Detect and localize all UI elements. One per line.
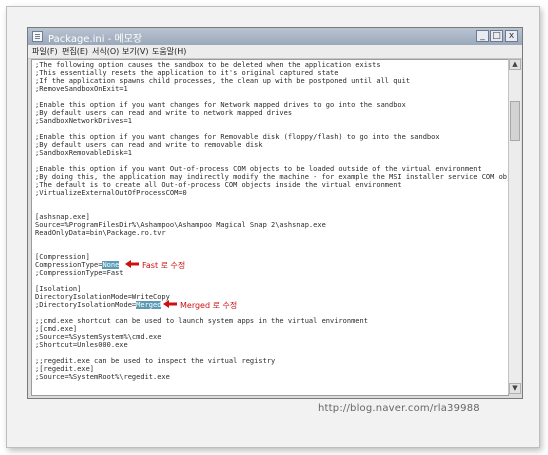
text-line: [Compression]: [35, 253, 90, 261]
menu-edit[interactable]: 편집(E): [62, 46, 88, 57]
text-line: ReadOnlyData=bin\Package.ro.tvr: [35, 229, 166, 237]
minimize-button[interactable]: _: [476, 30, 489, 42]
compression-value-highlight: None: [102, 261, 120, 269]
text-line: ;[cmd.exe]: [35, 325, 78, 333]
text-line: DirectoryIsolationMode=WriteCopy: [35, 293, 170, 301]
text-line: ;Source=%SystemRoot%\regedit.exe: [35, 373, 170, 381]
text-line: ;CompressionType=Fast: [35, 269, 124, 277]
text-line: ;Enable this option if you want Out-of-p…: [35, 165, 482, 173]
notepad-window: Package.ini - 메모장 _ □ x 파일(F) 편집(E) 서식(O…: [27, 27, 523, 399]
isolation-line: ;DirectoryIsolationMode=Merged: [35, 301, 162, 309]
isolation-key: ;DirectoryIsolationMode=: [35, 301, 137, 309]
text-line: [Isolation]: [35, 285, 82, 293]
text-editor[interactable]: ;The following option causes the sandbox…: [31, 59, 509, 396]
text-line: ;[regedit.exe]: [35, 365, 95, 373]
text-line: Source=%ProgramFilesDir%\Ashampoo\Ashamp…: [35, 221, 326, 229]
compression-key: CompressionType=: [35, 261, 103, 269]
blog-watermark: http://blog.naver.com/rla39988: [318, 403, 480, 414]
menu-help[interactable]: 도움말(H): [152, 46, 186, 57]
text-line: ;Shortcut=Unles000.exe: [35, 341, 128, 349]
menu-bar: 파일(F) 편집(E) 서식(O) 보기(V) 도움말(H): [28, 45, 522, 59]
compression-line: CompressionType=None: [35, 261, 120, 269]
text-line: ;If the application spawns child process…: [35, 77, 411, 85]
fast-note: Fast 로 수정: [142, 261, 186, 270]
text-line: ;;cmd.exe shortcut can be used to launch…: [35, 317, 368, 325]
menu-view[interactable]: 보기(V): [122, 46, 148, 57]
text-line: ;This essentially resets the application…: [35, 69, 339, 77]
text-line: ;;regedit.exe can be used to inspect the…: [35, 357, 276, 365]
text-line: ;Enable this option if you want changes …: [35, 133, 440, 141]
maximize-button[interactable]: □: [490, 30, 503, 42]
menu-format[interactable]: 서식(O): [92, 46, 119, 57]
vertical-scrollbar[interactable]: ▲ ▼: [508, 59, 521, 394]
text-line: ;SandboxNetworkDrives=1: [35, 117, 132, 125]
text-line: [ashsnap.exe]: [35, 213, 90, 221]
text-line: ;The default is to create all Out-of-pro…: [35, 181, 402, 189]
text-line: ;RemoveSandboxOnExit=1: [35, 85, 128, 93]
window-title: Package.ini - 메모장: [48, 34, 143, 45]
scroll-up-button[interactable]: ▲: [509, 59, 521, 70]
merged-note: Merged 로 수정: [180, 301, 238, 310]
isolation-value-highlight: Merged: [136, 301, 162, 309]
notepad-app-icon: [32, 31, 43, 42]
scroll-down-button[interactable]: ▼: [509, 383, 521, 394]
text-line: ;SandboxRemovableDisk=1: [35, 149, 132, 157]
menu-file[interactable]: 파일(F): [32, 46, 58, 57]
text-line: ;The following option causes the sandbox…: [35, 61, 381, 69]
title-bar[interactable]: Package.ini - 메모장 _ □ x: [28, 28, 522, 45]
merged-note-arrow-icon: [163, 300, 177, 308]
scroll-thumb[interactable]: [510, 101, 520, 141]
text-line: ;VirtualizeExternalOutOfProcessCOM=0: [35, 189, 187, 197]
close-button[interactable]: x: [505, 30, 518, 42]
text-line: ;By default users can read and write to …: [35, 109, 293, 117]
text-line: ;Source=%SystemSystem%\cmd.exe: [35, 333, 162, 341]
text-line: ;By doing this, the application may indi…: [35, 173, 509, 181]
text-line: ;Enable this option if you want changes …: [35, 101, 406, 109]
fast-note-arrow-icon: [125, 260, 139, 268]
text-line: ;By default users can read and write to …: [35, 141, 263, 149]
